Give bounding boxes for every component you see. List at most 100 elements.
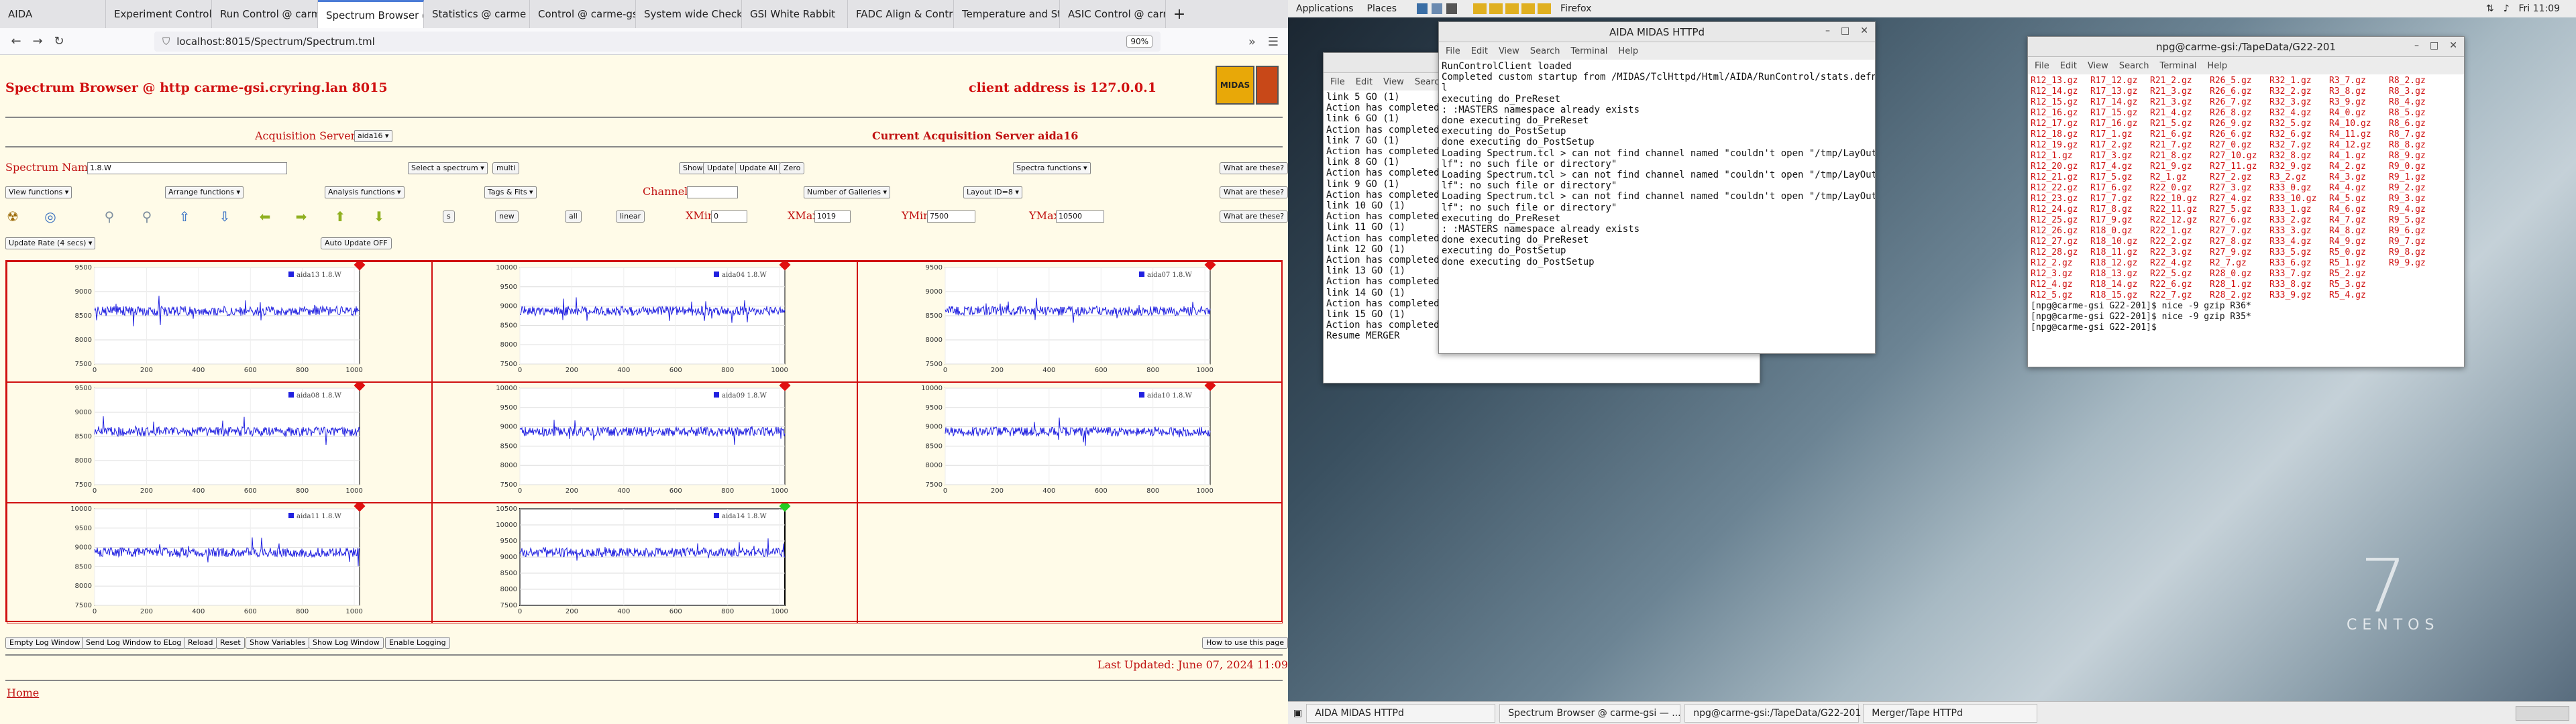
tab-spectrum-browser[interactable]: Spectrum Browser @ (318, 0, 424, 28)
url-field[interactable]: ⛉ localhost:8015/Spectrum/Spectrum.tml 9… (154, 32, 1161, 52)
multi-button[interactable]: multi (492, 162, 520, 174)
s-button[interactable]: s (443, 210, 455, 223)
minimize-icon[interactable]: – (2414, 40, 2419, 51)
firefox-label[interactable]: Firefox (1560, 3, 1591, 14)
zoom-out-icon[interactable]: ⚲ (138, 208, 156, 225)
radiation-icon[interactable]: ☢ (4, 208, 21, 225)
tab-system-check[interactable]: System wide Check (636, 0, 742, 28)
all-button[interactable]: all (565, 210, 582, 223)
update-button[interactable]: Update (703, 162, 738, 174)
workspace-icon[interactable] (1489, 3, 1503, 14)
app-launcher-icon[interactable] (1446, 3, 1458, 14)
globe-icon[interactable]: ◎ (42, 208, 59, 225)
app-launcher-icon[interactable] (1417, 3, 1428, 14)
arrange-functions[interactable]: Arrange functions ▾ (165, 186, 244, 198)
show-desktop-icon[interactable]: ▣ (1293, 708, 1302, 719)
down-circle-icon[interactable]: ⇩ (216, 208, 233, 225)
layout-select[interactable]: Layout ID=8 ▾ (963, 186, 1022, 198)
workspace-icon[interactable] (1538, 3, 1552, 14)
workspace-icon[interactable] (1521, 3, 1536, 14)
how-to-button[interactable]: How to use this page (1202, 637, 1289, 649)
arrow-down-icon[interactable]: ⬇ (370, 208, 388, 225)
zero-button[interactable]: Zero (780, 162, 805, 174)
tab-run-control[interactable]: Run Control @ carme (212, 0, 318, 28)
empty-log-button[interactable]: Empty Log Window (5, 637, 85, 649)
workspace-icon[interactable] (1505, 3, 1519, 14)
tab-temperature[interactable]: Temperature and Status (954, 0, 1060, 28)
tab-experiment-control[interactable]: Experiment Control (106, 0, 212, 28)
tags-fits[interactable]: Tags & Fits ▾ (484, 186, 537, 198)
task-tapedata-terminal[interactable]: npg@carme-gsi:/TapeData/G22-201 (1684, 703, 1861, 723)
close-icon[interactable]: ✕ (1860, 25, 1868, 36)
tab-fadc-align[interactable]: FADC Align & Control (848, 0, 954, 28)
help-button[interactable]: What are these? (1220, 162, 1289, 174)
reload-button[interactable]: Reload (184, 637, 217, 649)
task-merger[interactable]: Merger/Tape HTTPd (1863, 703, 2038, 723)
close-icon[interactable]: ✕ (2449, 40, 2457, 51)
spectrum-plot[interactable]: 7500 8000 8500 9000 9500 0 200 400 600 800 1000 aid… (858, 259, 1281, 380)
send-log-button[interactable]: Send Log Window to ELog (82, 637, 186, 649)
spectrum-plot[interactable]: 7500 8000 8500 9000 9500 10000 0 200 400 600 800 10… (433, 259, 855, 380)
view-functions[interactable]: View functions ▾ (5, 186, 72, 198)
number-galleries[interactable]: Number of Galleries ▾ (804, 186, 891, 198)
linear-button[interactable]: linear (616, 210, 645, 223)
minimize-icon[interactable]: – (1825, 25, 1830, 36)
back-icon[interactable]: ← (5, 34, 27, 48)
tab-white-rabbit[interactable]: GSI White Rabbit (742, 0, 848, 28)
maximize-icon[interactable]: □ (2430, 40, 2438, 51)
update-rate-select[interactable]: Update Rate (4 secs) ▾ (5, 237, 96, 249)
show-log-button[interactable]: Show Log Window (309, 637, 384, 649)
applications-menu[interactable]: Applications (1296, 3, 1354, 14)
xmax-input[interactable]: 1019 (814, 210, 851, 223)
zoom-badge[interactable]: 90% (1126, 36, 1152, 48)
clock[interactable]: Fri 11:09 (2519, 3, 2560, 14)
zoom-in-icon[interactable]: ⚲ (101, 208, 118, 225)
help-button-2[interactable]: What are these? (1220, 186, 1289, 198)
spectrum-plot[interactable]: 7500 8000 8500 9000 9500 0 200 400 600 800 1000 aid… (7, 259, 430, 380)
task-aida-midas[interactable]: AIDA MIDAS HTTPd (1306, 703, 1496, 723)
analysis-functions[interactable]: Analysis functions ▾ (325, 186, 405, 198)
home-link[interactable]: Home (7, 686, 39, 699)
select-spectrum[interactable]: Select a spectrum ▾ (408, 162, 488, 174)
arrow-up-icon[interactable]: ⬆ (331, 208, 349, 225)
reload-icon[interactable]: ↻ (48, 34, 70, 48)
spectrum-plot[interactable]: 7500 8000 8500 9000 9500 0 200 400 600 800 1000 aid… (7, 379, 430, 501)
tab-control[interactable]: Control @ carme-gsi (530, 0, 636, 28)
ymin-input[interactable]: 7500 (927, 210, 975, 223)
spectrum-plot[interactable]: 7500 8000 8500 9000 9500 10000 0 200 400 600 800 10… (858, 379, 1281, 501)
new-button[interactable]: new (495, 210, 519, 223)
maximize-icon[interactable]: □ (1841, 25, 1849, 36)
tab-asic-control[interactable]: ASIC Control @ carme (1060, 0, 1166, 28)
new-tab-icon[interactable]: + (1166, 6, 1193, 23)
tab-statistics[interactable]: Statistics @ carme (424, 0, 530, 28)
spectrum-plot[interactable]: 7500 8000 8500 9000 9500 10000 10500 0 200 400 600… (433, 500, 855, 621)
acq-server-select[interactable]: aida16 ▾ (354, 130, 392, 142)
workspace-icon[interactable] (1473, 3, 1487, 14)
help-button-3[interactable]: What are these? (1220, 210, 1289, 223)
forward-icon[interactable]: → (27, 34, 48, 48)
reset-button[interactable]: Reset (216, 637, 245, 649)
workspace-switcher[interactable] (2516, 705, 2569, 721)
spectrum-name-input[interactable]: 1.8.W (87, 162, 287, 174)
spectrum-plot[interactable]: 7500 8000 8500 9000 9500 10000 0 200 400 600 800 10… (433, 379, 855, 501)
auto-update-button[interactable]: Auto Update OFF (321, 237, 392, 249)
xmin-input[interactable]: 0 (711, 210, 747, 223)
menu-icon[interactable]: ☰ (1268, 35, 1279, 49)
update-all-button[interactable]: Update All (735, 162, 782, 174)
spectrum-plot[interactable]: 7500 8000 8500 9000 9500 10000 0 200 400 600 800 10… (7, 500, 430, 621)
places-menu[interactable]: Places (1367, 3, 1397, 14)
network-icon[interactable]: ⇅ (2486, 3, 2494, 14)
arrow-right-icon[interactable]: ➡ (292, 208, 310, 225)
enable-logging-button[interactable]: Enable Logging (385, 637, 450, 649)
task-spectrum-browser[interactable]: Spectrum Browser @ carme-gsi — ... (1499, 703, 1681, 723)
show-variables-button[interactable]: Show Variables (246, 637, 310, 649)
spectra-functions[interactable]: Spectra functions ▾ (1013, 162, 1091, 174)
arrow-left-icon[interactable]: ⬅ (256, 208, 274, 225)
tab-aida[interactable]: AIDA (0, 0, 106, 28)
app-launcher-icon[interactable] (1432, 3, 1443, 14)
terminal-aida-midas[interactable]: AIDA MIDAS HTTPd – □ ✕ File Edit View Se… (1438, 21, 1876, 354)
overflow-icon[interactable]: » (1248, 35, 1256, 49)
ymax-input[interactable]: 10500 (1056, 210, 1104, 223)
terminal-tapedata[interactable]: npg@carme-gsi:/TapeData/G22-201 – □ ✕ Fi… (2027, 36, 2465, 367)
up-circle-icon[interactable]: ⇧ (176, 208, 193, 225)
